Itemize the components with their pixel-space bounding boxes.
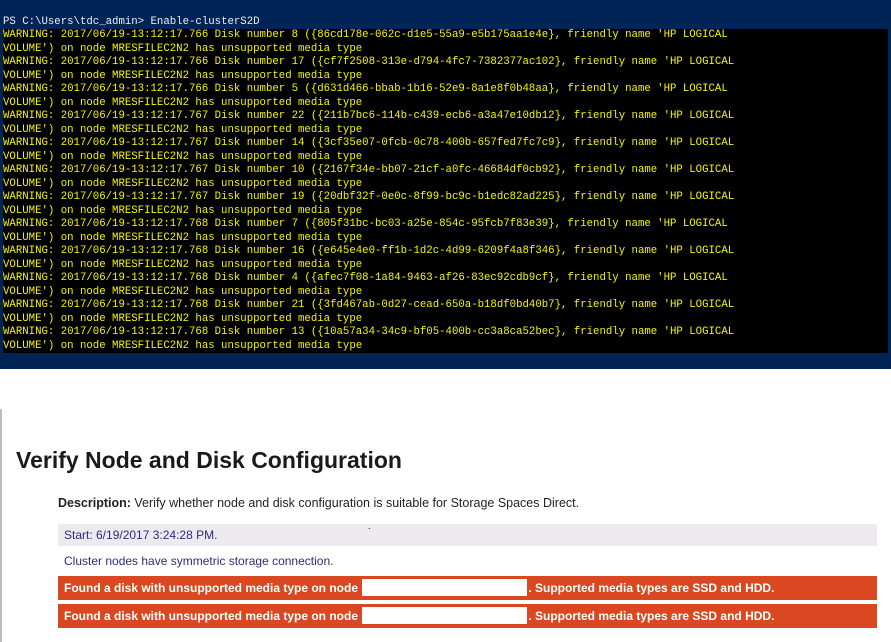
- validation-report: Verify Node and Disk Configuration Descr…: [0, 409, 891, 642]
- error-suffix: . Supported media types are SSD and HDD.: [528, 581, 774, 595]
- symmetric-text: Cluster nodes have symmetric storage con…: [64, 554, 333, 568]
- description-label: Description:: [58, 496, 131, 510]
- warning-line: VOLUME') on node MRESFILEC2N2 has unsupp…: [3, 124, 888, 138]
- report-description: Description: Verify whether node and dis…: [58, 496, 877, 510]
- warning-line: WARNING: 2017/06/19-13:12:17.768 Disk nu…: [3, 299, 888, 313]
- warning-line: WARNING: 2017/06/19-13:12:17.767 Disk nu…: [3, 164, 888, 178]
- warning-output: WARNING: 2017/06/19-13:12:17.766 Disk nu…: [3, 29, 888, 353]
- warning-line: VOLUME') on node MRESFILEC2N2 has unsupp…: [3, 259, 888, 273]
- error-prefix: Found a disk with unsupported media type…: [64, 581, 361, 595]
- error-bar: Found a disk with unsupported media type…: [58, 604, 877, 628]
- warning-line: VOLUME') on node MRESFILEC2N2 has unsupp…: [3, 232, 888, 246]
- error-prefix: Found a disk with unsupported media type…: [64, 609, 361, 623]
- warning-line: VOLUME') on node MRESFILEC2N2 has unsupp…: [3, 205, 888, 219]
- warning-line: WARNING: 2017/06/19-13:12:17.767 Disk nu…: [3, 137, 888, 151]
- warning-line: WARNING: 2017/06/19-13:12:17.768 Disk nu…: [3, 218, 888, 232]
- report-title: Verify Node and Disk Configuration: [16, 447, 877, 474]
- warning-line: VOLUME') on node MRESFILEC2N2 has unsupp…: [3, 313, 888, 327]
- error-bar: Found a disk with unsupported media type…: [58, 576, 877, 600]
- description-text: Verify whether node and disk configurati…: [131, 496, 579, 510]
- warning-line: VOLUME') on node MRESFILEC2N2 has unsupp…: [3, 70, 888, 84]
- start-time-text: Start: 6/19/2017 3:24:28 PM.: [64, 528, 217, 542]
- warning-line: WARNING: 2017/06/19-13:12:17.766 Disk nu…: [3, 29, 888, 43]
- powershell-terminal: PS C:\Users\tdc_admin> Enable-clusterS2D…: [0, 0, 891, 369]
- start-time-bar: Start: 6/19/2017 3:24:28 PM. .: [58, 524, 877, 546]
- warning-line: WARNING: 2017/06/19-13:12:17.767 Disk nu…: [3, 110, 888, 124]
- warning-line: WARNING: 2017/06/19-13:12:17.768 Disk nu…: [3, 245, 888, 259]
- command-text: Enable-clusterS2D: [151, 16, 260, 28]
- warning-line: VOLUME') on node MRESFILEC2N2 has unsupp…: [3, 151, 888, 165]
- prompt-line: PS C:\Users\tdc_admin> Enable-clusterS2D: [3, 16, 260, 28]
- prompt-path: PS C:\Users\tdc_admin>: [3, 16, 151, 28]
- redacted-node: [362, 579, 527, 596]
- redacted-node: [362, 607, 527, 624]
- warning-line: WARNING: 2017/06/19-13:12:17.768 Disk nu…: [3, 272, 888, 286]
- warning-line: WARNING: 2017/06/19-13:12:17.768 Disk nu…: [3, 326, 888, 340]
- stray-mark: .: [368, 521, 371, 531]
- symmetric-bar: Cluster nodes have symmetric storage con…: [58, 550, 877, 572]
- warning-line: VOLUME') on node MRESFILEC2N2 has unsupp…: [3, 340, 888, 354]
- warning-line: VOLUME') on node MRESFILEC2N2 has unsupp…: [3, 43, 888, 57]
- error-suffix: . Supported media types are SSD and HDD.: [528, 609, 774, 623]
- warning-line: VOLUME') on node MRESFILEC2N2 has unsupp…: [3, 286, 888, 300]
- warning-line: VOLUME') on node MRESFILEC2N2 has unsupp…: [3, 178, 888, 192]
- warning-line: WARNING: 2017/06/19-13:12:17.766 Disk nu…: [3, 56, 888, 70]
- warning-line: VOLUME') on node MRESFILEC2N2 has unsupp…: [3, 97, 888, 111]
- warning-line: WARNING: 2017/06/19-13:12:17.766 Disk nu…: [3, 83, 888, 97]
- warning-line: WARNING: 2017/06/19-13:12:17.767 Disk nu…: [3, 191, 888, 205]
